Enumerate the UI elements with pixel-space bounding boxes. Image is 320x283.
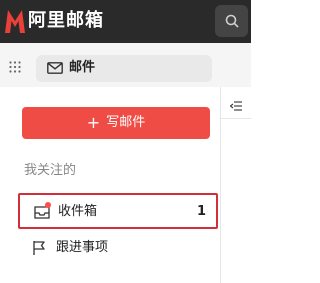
sidebar-item-follow-up-label: 跟进事项 (56, 240, 109, 255)
top-bar: 阿里邮箱 (0, 0, 251, 43)
right-panel-divider (221, 118, 251, 119)
sidebar-item-follow-up[interactable]: 跟进事项 (18, 231, 218, 267)
plus-icon: + (86, 113, 101, 132)
envelope-icon (47, 62, 63, 74)
flag-icon (33, 241, 45, 255)
sub-bar: 邮件 (0, 43, 251, 87)
section-title-following: 我关注的 (24, 163, 77, 178)
compose-button[interactable]: + 写邮件 (22, 107, 210, 139)
compose-label: 写邮件 (106, 115, 146, 130)
search-button[interactable] (215, 5, 248, 37)
sidebar: + 写邮件 我关注的 收件箱 1 跟进事项 (0, 87, 220, 283)
sidebar-item-inbox-label: 收件箱 (58, 204, 98, 219)
inbox-unread-count: 1 (196, 204, 206, 219)
sidebar-item-inbox[interactable]: 收件箱 1 (18, 193, 218, 229)
collapse-icon[interactable] (230, 101, 242, 111)
search-icon (225, 14, 239, 28)
tab-mail-label: 邮件 (69, 60, 96, 75)
grid-icon[interactable] (9, 61, 21, 73)
tab-mail[interactable]: 邮件 (36, 55, 212, 82)
app-title[interactable]: 阿里邮箱 (28, 9, 104, 33)
mail-logo-icon[interactable] (4, 6, 26, 36)
unread-dot (45, 202, 51, 208)
right-panel (221, 87, 251, 283)
